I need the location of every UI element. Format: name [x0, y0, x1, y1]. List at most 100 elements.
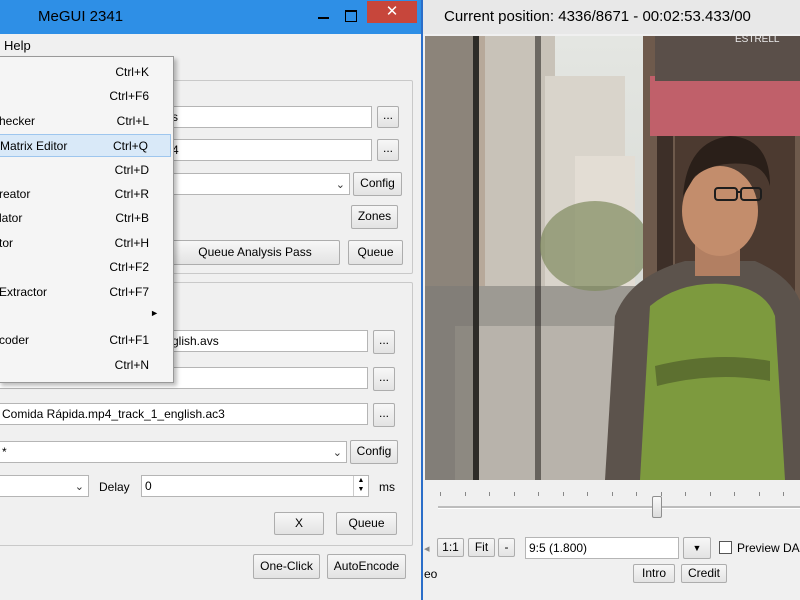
window-title: MeGUI 2341 — [38, 8, 124, 25]
one-click-button[interactable]: One-Click — [253, 554, 320, 579]
menu-item-label: lator — [0, 211, 23, 226]
menu-item-label: coder — [0, 333, 30, 348]
delay-input[interactable]: 0 — [141, 475, 369, 497]
tools-menu-item[interactable]: coder Ctrl+F1 — [0, 329, 171, 352]
tools-menu-item[interactable]: lator Ctrl+B — [0, 207, 171, 230]
maximize-button[interactable] — [338, 8, 364, 26]
tools-menu: Ctrl+K Ctrl+F6 hecker Ctrl+L Matrix Editor Ct… — [0, 56, 174, 383]
video-frame: ESTRELL — [425, 36, 800, 480]
seek-tick — [685, 492, 686, 496]
audio-mode-dropdown[interactable]: ⌄ — [0, 475, 89, 497]
menu-item-shortcut: Ctrl+H — [114, 235, 149, 250]
video-queue-button[interactable]: Queue — [348, 240, 403, 265]
tools-menu-item[interactable]: tor Ctrl+H — [0, 232, 171, 255]
delay-unit-label: ms — [379, 480, 395, 494]
menu-item-shortcut: Ctrl+L — [116, 113, 149, 128]
preview-dar-label: Preview DA — [737, 541, 800, 555]
credit-button[interactable]: Credit — [681, 564, 727, 583]
current-position-text: Current position: 4336/8671 - 00:02:53.4… — [444, 8, 751, 25]
seek-tick — [783, 492, 784, 496]
menu-help[interactable]: Help — [4, 38, 31, 53]
menu-item-label: Matrix Editor — [0, 139, 68, 154]
menu-item-shortcut: Ctrl+Q — [112, 139, 148, 154]
seek-tick — [562, 492, 564, 496]
video-output-field[interactable]: 4 — [168, 139, 372, 161]
audio-codec-value: * — [2, 445, 7, 459]
menu-item-shortcut: Ctrl+R — [114, 187, 149, 201]
seek-tick — [538, 492, 539, 496]
zoom-1to1-button[interactable]: 1:1 — [437, 538, 464, 557]
menu-item-label: tor — [0, 235, 14, 250]
zoom-fit-button[interactable]: Fit — [468, 538, 495, 557]
seek-tick — [489, 492, 490, 496]
seek-track[interactable] — [438, 506, 800, 509]
menu-item-shortcut: Ctrl+K — [115, 65, 149, 79]
zones-button[interactable]: Zones — [351, 205, 398, 229]
menu-item-shortcut: Ctrl+F7 — [109, 284, 149, 299]
video-label-fragment: eo — [424, 567, 438, 581]
video-output-browse-button[interactable]: ... — [377, 139, 399, 161]
audio-output-field[interactable]: Comida Rápida.mp4_track_1_english.ac3 — [0, 403, 368, 425]
seek-tick — [758, 492, 760, 496]
menu-item-shortcut: Ctrl+F1 — [109, 333, 149, 348]
tools-menu-item[interactable]: Ctrl+K — [0, 61, 171, 84]
autoencode-button[interactable]: AutoEncode — [327, 554, 406, 579]
chevron-down-icon: ⌄ — [332, 447, 342, 459]
aspect-ratio-field[interactable]: 9:5 (1.800) — [525, 537, 679, 559]
menu-bar — [0, 34, 421, 56]
audio-remove-button[interactable]: X — [274, 512, 324, 535]
audio-input-browse-button[interactable]: ... — [373, 330, 395, 354]
seek-tick — [636, 492, 637, 496]
seek-tick — [440, 492, 441, 496]
submenu-arrow-icon: ► — [150, 308, 159, 318]
audio-config-button[interactable]: Config — [350, 440, 398, 464]
delay-label: Delay — [99, 480, 130, 494]
menu-item-shortcut: Ctrl+B — [115, 211, 149, 226]
menu-item-label: reator — [0, 187, 31, 201]
video-input-field[interactable]: s — [168, 106, 372, 128]
zoom-out-button[interactable]: - — [498, 538, 515, 557]
minimize-button[interactable] — [311, 8, 337, 26]
tools-menu-item[interactable]: Matrix Editor Ctrl+Q — [0, 134, 171, 158]
audio-output-browse-button[interactable]: ... — [373, 403, 395, 427]
menu-item-label: hecker — [0, 113, 36, 128]
video-input-browse-button[interactable]: ... — [377, 106, 399, 128]
menu-item-shortcut: Ctrl+D — [114, 162, 149, 177]
video-frame-image: ESTRELL — [425, 36, 800, 480]
menu-item-shortcut: Ctrl+F6 — [109, 89, 149, 104]
video-config-button[interactable]: Config — [353, 172, 402, 196]
audio-secondary-browse-button[interactable]: ... — [373, 367, 395, 391]
tools-menu-item[interactable]: ► — [0, 305, 171, 328]
audio-queue-button[interactable]: Queue — [336, 512, 397, 535]
chevron-down-icon: ⌄ — [335, 179, 345, 191]
menu-item-shortcut: Ctrl+N — [114, 357, 149, 372]
sign-text: ESTRELL — [735, 36, 780, 45]
seek-tick — [709, 492, 711, 496]
tools-menu-item[interactable]: Ctrl+N — [0, 354, 171, 377]
tools-menu-item[interactable]: Ctrl+D — [0, 159, 171, 182]
tools-menu-item[interactable]: Extractor Ctrl+F7 — [0, 281, 171, 304]
seek-tick — [734, 492, 735, 496]
aspect-ratio-dropdown-button[interactable]: ▼ — [683, 537, 711, 559]
delay-stepper[interactable]: ▲ ▼ — [353, 476, 368, 496]
seek-tick — [513, 492, 515, 496]
intro-button[interactable]: Intro — [633, 564, 675, 583]
tools-menu-item[interactable]: Ctrl+F6 — [0, 85, 171, 108]
queue-analysis-pass-button[interactable]: Queue Analysis Pass — [170, 240, 340, 265]
chevron-down-icon: ⌄ — [74, 481, 84, 493]
menu-item-label: Extractor — [0, 284, 48, 299]
preview-dar-checkbox[interactable] — [719, 541, 732, 554]
arrow-left-icon[interactable]: ◂ — [424, 542, 430, 555]
tools-menu-item[interactable]: hecker Ctrl+L — [0, 110, 171, 133]
seek-slider-thumb[interactable] — [652, 496, 662, 518]
seek-tick — [464, 492, 466, 496]
tools-menu-item[interactable]: Ctrl+F2 — [0, 256, 171, 279]
menu-item-shortcut: Ctrl+F2 — [109, 260, 149, 275]
video-codec-dropdown[interactable]: ⌄ — [168, 173, 350, 195]
close-button[interactable]: ✕ — [367, 1, 417, 23]
tools-menu-item[interactable]: reator Ctrl+R — [0, 183, 171, 206]
audio-input-field[interactable]: glish.avs — [168, 330, 368, 352]
seek-tick — [611, 492, 613, 496]
seek-tick — [587, 492, 588, 496]
audio-codec-dropdown[interactable]: * ⌄ — [0, 441, 347, 463]
